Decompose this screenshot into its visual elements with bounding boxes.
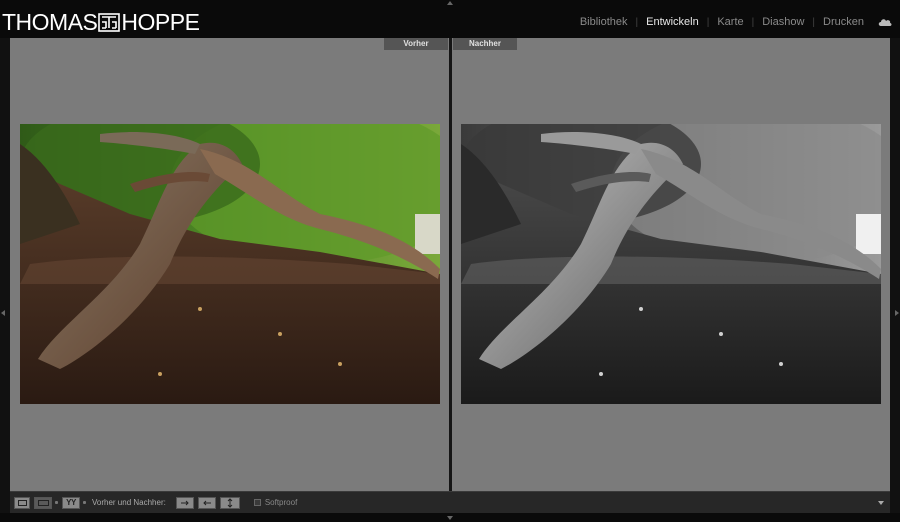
yy-icon: YY [66,498,76,507]
module-bibliothek[interactable]: Bibliothek [572,16,636,28]
softproof-label: Softproof [264,498,298,507]
toolbar: YY Vorher und Nachher: Softproof [10,491,890,513]
right-panel-toggle-icon[interactable] [895,310,899,316]
identity-plate: THOMAS HOPPE [2,8,200,35]
before-label: Vorher [384,38,448,50]
before-after-icon [37,499,49,506]
softproof-checkbox[interactable] [253,499,261,506]
compare-view: Vorher Nachher [1,38,899,491]
forest-tree-photo [20,124,440,404]
after-label: Nachher [453,38,517,50]
loupe-view-icon [17,499,27,506]
forest-tree-photo-bw [461,124,881,404]
copy-before-to-after-icon [180,500,189,505]
bottom-panel-toggle-icon[interactable] [447,516,453,520]
yy-view-button[interactable]: YY [62,496,80,509]
copy-before-to-after-button[interactable] [175,496,194,509]
dropdown-dot-icon [55,501,58,504]
bottom-panel [0,513,900,522]
top-panel-toggle-icon[interactable] [447,1,453,5]
before-photo[interactable] [20,124,440,404]
after-photo[interactable] [461,124,881,404]
cloud-icon[interactable] [878,18,892,27]
logo-text-right: HOPPE [121,8,200,35]
before-after-button[interactable] [34,496,52,509]
copy-after-to-before-icon [203,500,211,505]
module-picker: Bibliothek | Entwickeln | Karte | Diasho… [572,16,892,28]
copy-after-to-before-button[interactable] [197,496,216,509]
toolbar-menu-chevron-down-icon[interactable] [878,500,884,505]
before-pane: Vorher [10,38,449,491]
before-after-label: Vorher und Nachher: [92,498,166,507]
logo-mark-icon [98,12,121,32]
swap-before-after-icon [227,497,233,508]
module-entwickeln[interactable]: Entwickeln [638,16,707,28]
module-diashow[interactable]: Diashow [754,16,812,28]
swap-before-after-button[interactable] [219,496,240,509]
loupe-view-button[interactable] [14,496,30,509]
module-karte[interactable]: Karte [709,16,751,28]
after-pane: Nachher [452,38,890,491]
left-panel-toggle-icon[interactable] [1,310,5,316]
dropdown-dot-icon [83,501,86,504]
module-drucken[interactable]: Drucken [815,16,872,28]
top-panel: THOMAS HOPPE Bibliothek | Entwickeln | K… [0,0,900,38]
logo-text-left: THOMAS [2,8,98,35]
